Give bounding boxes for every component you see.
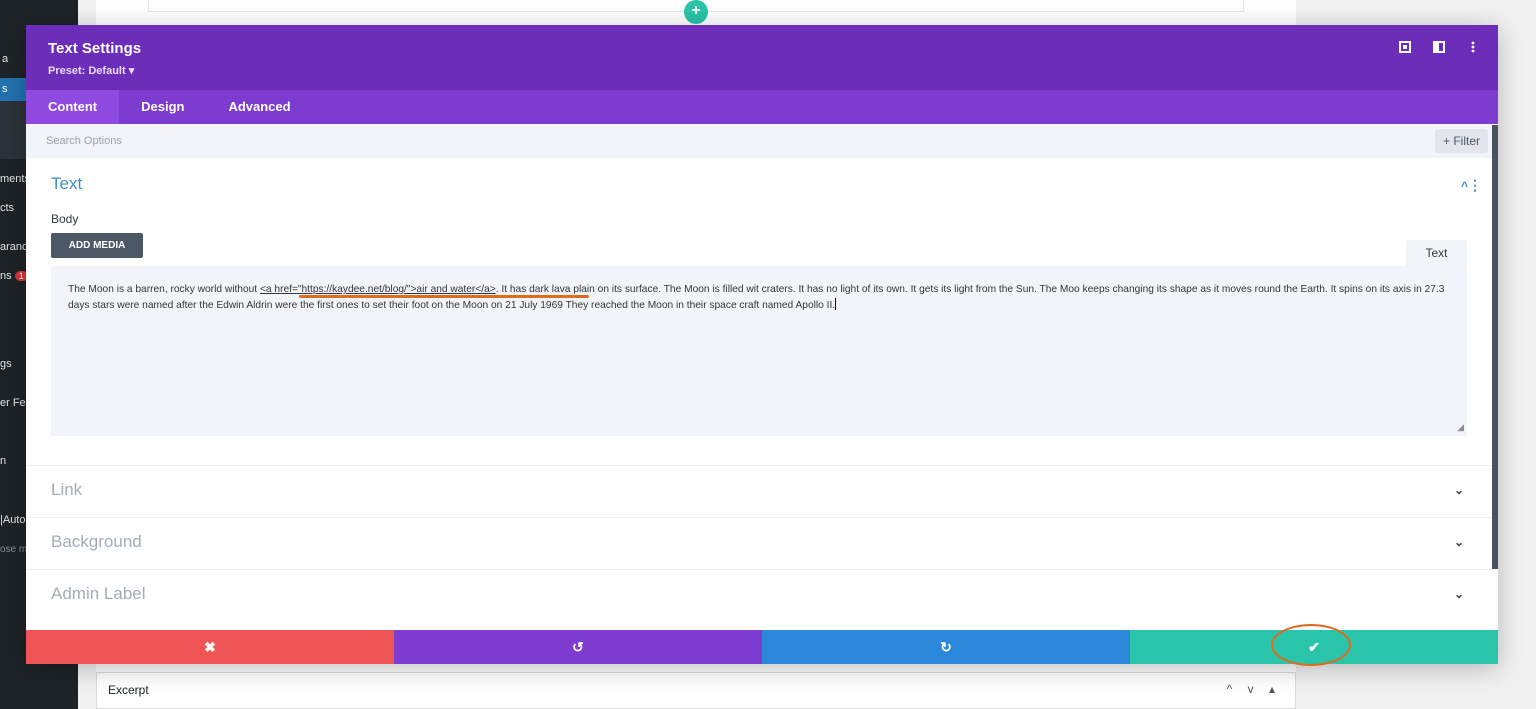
- plus-icon: +: [691, 2, 701, 19]
- editor-text-tab[interactable]: Text: [1406, 240, 1467, 266]
- tab-content[interactable]: Content: [26, 90, 120, 124]
- resize-handle-icon[interactable]: ◢: [1457, 422, 1464, 433]
- header-actions: [1398, 41, 1480, 56]
- tab-advanced[interactable]: Advanced: [206, 90, 312, 124]
- chevron-down-icon[interactable]: ⌄: [1454, 587, 1464, 601]
- wp-menu-label: gs: [0, 358, 12, 370]
- body-label: Body: [51, 212, 79, 226]
- body-text-before: The Moon is a barren, rocky world withou…: [68, 284, 260, 295]
- chevron-up-icon[interactable]: ^: [1461, 179, 1468, 193]
- modal-header: Text Settings Preset: Default ▾: [26, 25, 1498, 90]
- redo-icon: ↻: [940, 639, 952, 655]
- close-icon: ✖: [204, 639, 216, 655]
- chevron-down-icon[interactable]: ⌄: [1454, 483, 1464, 497]
- body-text-editor[interactable]: The Moon is a barren, rocky world withou…: [51, 266, 1467, 436]
- search-options-input[interactable]: [46, 124, 1346, 158]
- link-section-title: Link: [51, 480, 83, 499]
- background-section[interactable]: Background ⌄: [26, 517, 1492, 569]
- maximize-icon[interactable]: [1398, 41, 1412, 56]
- filter-button[interactable]: + Filter: [1434, 129, 1488, 153]
- more-icon[interactable]: [1466, 41, 1480, 56]
- text-section-title[interactable]: Text: [51, 174, 82, 194]
- wp-menu-label: ns: [0, 270, 12, 282]
- scrollbar-thumb[interactable]: [1492, 125, 1498, 569]
- add-module-button[interactable]: +: [684, 0, 708, 24]
- admin-label-section[interactable]: Admin Label ⌄: [26, 569, 1492, 621]
- wp-menu-label: |Auto: [0, 514, 26, 526]
- modal-title: Text Settings: [48, 40, 142, 57]
- annotation-circle: [1271, 624, 1351, 666]
- body-textarea[interactable]: The Moon is a barren, rocky world withou…: [68, 282, 1458, 314]
- annotation-underline: [299, 295, 589, 298]
- redo-button[interactable]: ↻: [762, 630, 1130, 664]
- link-section[interactable]: Link ⌄: [26, 465, 1492, 517]
- split-view-icon[interactable]: [1432, 41, 1446, 56]
- wp-menu-label: s: [2, 83, 8, 95]
- add-media-button[interactable]: ADD MEDIA: [51, 233, 143, 258]
- search-options-bar: + Filter: [26, 124, 1498, 158]
- section-more-icon[interactable]: ⋮: [1468, 177, 1482, 194]
- wp-menu-label: n: [0, 455, 7, 467]
- wp-menu-label: aranc: [0, 241, 28, 253]
- preset-dropdown[interactable]: Preset: Default ▾: [48, 64, 134, 77]
- settings-tabs: Content Design Advanced: [26, 90, 1498, 124]
- wp-menu-label: ose m: [0, 544, 28, 555]
- modal-footer: ✖ ↺ ↻ ✔: [26, 624, 1498, 666]
- chevron-down-icon[interactable]: ⌄: [1454, 535, 1464, 549]
- discard-button[interactable]: ✖: [26, 630, 394, 664]
- wp-menu-label: cts: [0, 202, 15, 214]
- wp-menu-label: a: [2, 53, 9, 65]
- tab-design[interactable]: Design: [119, 90, 206, 124]
- link-html-code: <a href="https://kaydee.net/blog/">air a…: [259, 284, 496, 295]
- panel-order-controls[interactable]: ^ v ▴: [1227, 682, 1281, 696]
- undo-button[interactable]: ↺: [394, 630, 762, 664]
- background-section-title: Background: [51, 532, 142, 551]
- excerpt-panel: Excerpt ^ v ▴: [96, 672, 1296, 709]
- undo-icon: ↺: [572, 639, 584, 655]
- text-settings-modal: Text Settings Preset: Default ▾ Content …: [26, 25, 1498, 666]
- text-cursor: [835, 298, 837, 310]
- save-button[interactable]: ✔: [1130, 624, 1498, 666]
- admin-label-section-title: Admin Label: [51, 584, 146, 603]
- excerpt-label: Excerpt: [108, 683, 149, 697]
